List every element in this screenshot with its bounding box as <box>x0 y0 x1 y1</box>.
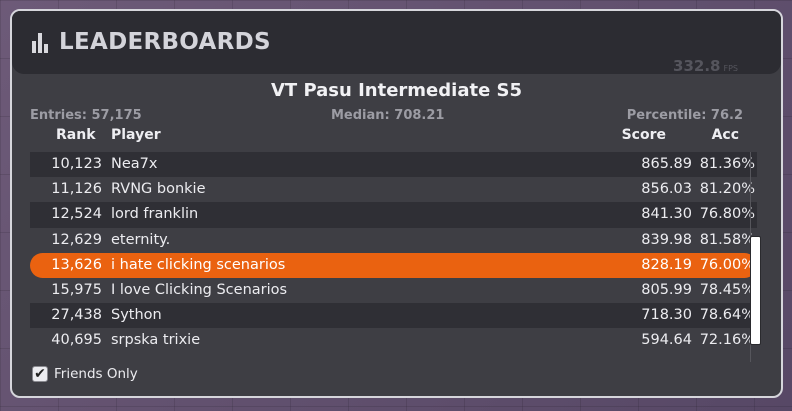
row-player: I love Clicking Scenarios <box>111 281 288 298</box>
panel-title: LEADERBOARDS <box>59 29 271 55</box>
fps-unit: FPS <box>723 64 738 73</box>
fps-counter: 332.8 FPS <box>673 57 738 75</box>
row-rank: 12,524 <box>51 206 102 223</box>
row-score: 718.30 <box>641 307 692 324</box>
percentile: Percentile: 76.2 <box>626 108 743 123</box>
row-acc: 78.45% <box>699 281 755 298</box>
row-acc: 81.36% <box>699 156 755 172</box>
leaderboard-row[interactable]: 10,123 Nea7x 865.89 81.36% <box>30 152 757 178</box>
leaderboard-row-current-user[interactable]: 13,626 i hate clicking scenarios 828.19 … <box>30 252 757 278</box>
row-acc: 72.16% <box>699 332 755 349</box>
leaderboards-panel: LEADERBOARDS 332.8 FPS VT Pasu Intermedia… <box>10 9 783 398</box>
bar-chart-icon <box>32 33 50 53</box>
row-rank: 12,629 <box>51 231 102 248</box>
row-rank: 15,975 <box>51 281 102 298</box>
row-acc: 81.58% <box>699 231 755 248</box>
leaderboard-row[interactable]: 12,629 eternity. 839.98 81.58% <box>30 227 757 253</box>
row-rank: 40,695 <box>51 332 102 349</box>
row-acc: 76.80% <box>699 206 755 223</box>
leaderboard-row[interactable]: 11,126 RVNG bonkie 856.03 81.20% <box>30 177 757 203</box>
row-score: 856.03 <box>641 181 692 198</box>
column-header-player[interactable]: Player <box>111 127 161 143</box>
friends-only-label[interactable]: Friends Only <box>54 366 138 382</box>
friends-only-checkbox[interactable]: ✔ <box>32 366 48 382</box>
row-player: Nea7x <box>111 156 158 172</box>
median-score: Median: 708.21 <box>331 108 445 123</box>
checkmark-icon: ✔ <box>34 366 46 382</box>
row-acc: 78.64% <box>699 307 755 324</box>
row-score: 805.99 <box>641 281 692 298</box>
leaderboard-list: 10,123 Nea7x 865.89 81.36% 11,126 RVNG b… <box>30 152 757 354</box>
scenario-title: VT Pasu Intermediate S5 <box>270 80 523 101</box>
panel-header: LEADERBOARDS 332.8 FPS <box>12 11 781 75</box>
fps-value: 332.8 <box>673 57 721 75</box>
column-header-score[interactable]: Score <box>622 127 666 143</box>
row-player: i hate clicking scenarios <box>111 256 286 273</box>
row-score: 839.98 <box>641 231 692 248</box>
row-player: eternity. <box>111 231 171 248</box>
row-player: lord franklin <box>111 206 199 223</box>
row-score: 865.89 <box>641 156 692 172</box>
row-acc: 81.20% <box>699 181 755 198</box>
column-header-acc[interactable]: Acc <box>712 127 739 143</box>
scrollbar-thumb[interactable] <box>750 236 761 345</box>
row-acc: 76.00% <box>699 256 755 273</box>
row-player: RVNG bonkie <box>111 181 206 198</box>
row-player: Sython <box>111 307 162 324</box>
row-score: 828.19 <box>641 256 692 273</box>
leaderboard-row[interactable]: 12,524 lord franklin 841.30 76.80% <box>30 202 757 228</box>
row-player: srpska trixie <box>111 332 201 349</box>
row-rank: 27,438 <box>51 307 102 324</box>
leaderboard-row[interactable]: 27,438 Sython 718.30 78.64% <box>30 303 757 329</box>
row-score: 841.30 <box>641 206 692 223</box>
entries-count: Entries: 57,175 <box>30 108 142 123</box>
leaderboard-row[interactable]: 40,695 srpska trixie 594.64 72.16% <box>30 328 757 354</box>
row-rank: 11,126 <box>51 181 102 198</box>
row-rank: 13,626 <box>51 256 102 273</box>
leaderboard-row[interactable]: 15,975 I love Clicking Scenarios 805.99 … <box>30 277 757 304</box>
row-score: 594.64 <box>641 332 692 349</box>
row-rank: 10,123 <box>51 156 102 172</box>
column-header-rank[interactable]: Rank <box>56 127 96 143</box>
